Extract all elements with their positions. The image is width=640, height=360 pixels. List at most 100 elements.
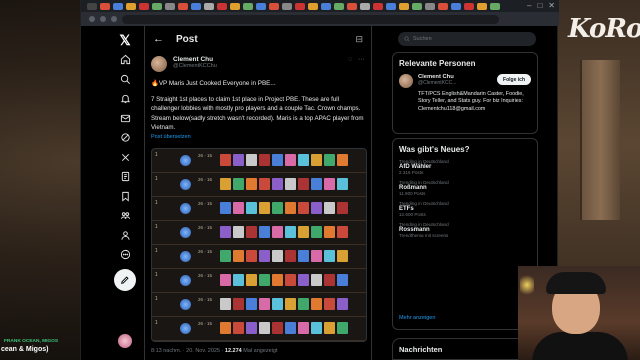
tab-favicon[interactable] <box>269 2 279 10</box>
tab-favicon[interactable] <box>230 2 240 10</box>
tab-favicon[interactable] <box>477 2 487 10</box>
translate-post-link[interactable]: Post übersetzen <box>145 133 371 140</box>
champion-list <box>220 322 348 334</box>
follow-button[interactable]: Folge ich <box>497 74 531 85</box>
tab-favicon[interactable] <box>282 2 292 10</box>
tab-favicon[interactable] <box>217 2 227 10</box>
person-avatar[interactable] <box>399 74 413 88</box>
tab-favicon[interactable] <box>178 2 188 10</box>
champion-portrait <box>233 154 244 166</box>
more-icon[interactable] <box>115 245 135 265</box>
tab-favicon[interactable] <box>412 2 422 10</box>
lobby-stats: 26 · 15 <box>198 297 213 302</box>
tab-favicon[interactable] <box>386 2 396 10</box>
bookmarks-icon[interactable] <box>115 187 135 207</box>
tab-favicon[interactable] <box>451 2 461 10</box>
tab-strip[interactable]: – □ ✕ <box>81 0 559 12</box>
lists-icon[interactable] <box>115 167 135 187</box>
champion-portrait <box>272 274 283 286</box>
tab-favicon[interactable] <box>113 2 123 10</box>
champion-portrait <box>272 226 283 238</box>
back-arrow-icon[interactable]: ← <box>153 33 164 45</box>
forward-nav-icon[interactable] <box>100 16 106 22</box>
tab-favicon[interactable] <box>139 2 149 10</box>
compose-post-button[interactable] <box>114 268 136 291</box>
trend-item[interactable]: Trending in Deutschland Roßmann 11.900 Pos… <box>399 180 531 196</box>
tab-favicon[interactable] <box>308 2 318 10</box>
notifications-icon[interactable] <box>115 89 135 109</box>
tab-favicon[interactable] <box>438 2 448 10</box>
champion-portrait <box>246 178 257 190</box>
tab-favicon[interactable] <box>425 2 435 10</box>
lobby-stats: 26 · 15 <box>198 201 213 206</box>
tab-favicon[interactable] <box>256 2 266 10</box>
chat-username: FRANK OCEAN, MIGOS <box>4 339 59 344</box>
reload-icon[interactable] <box>111 16 117 22</box>
tab-favicon[interactable] <box>204 2 214 10</box>
close-icon[interactable]: ✕ <box>548 1 555 10</box>
tab-favicon[interactable] <box>87 2 97 10</box>
trend-count: 12.600 Posts <box>399 212 426 217</box>
tab-favicon[interactable] <box>152 2 162 10</box>
champion-portrait <box>311 298 322 310</box>
tab-favicon[interactable] <box>100 2 110 10</box>
whats-new-title: Was gibt's Neues? <box>399 145 470 154</box>
champion-portrait <box>246 226 257 238</box>
placement: 1 <box>155 296 158 302</box>
tab-favicon[interactable] <box>165 2 175 10</box>
champion-portrait <box>337 250 348 262</box>
tab-favicon[interactable] <box>360 2 370 10</box>
tab-favicon[interactable] <box>334 2 344 10</box>
tab-favicon[interactable] <box>295 2 305 10</box>
tab-favicon[interactable] <box>490 2 500 10</box>
author-handle[interactable]: @ClementKCChu <box>173 63 217 69</box>
tab-favicon[interactable] <box>191 2 201 10</box>
reader-view-icon[interactable]: ⊟ <box>355 34 363 45</box>
champion-portrait <box>272 154 283 166</box>
messages-title: Nachrichten <box>399 345 443 354</box>
tab-favicon[interactable] <box>126 2 136 10</box>
home-icon[interactable] <box>115 50 135 70</box>
search-icon[interactable] <box>115 70 135 90</box>
champion-portrait <box>233 298 244 310</box>
champion-portrait <box>311 250 322 262</box>
account-avatar[interactable] <box>118 334 132 348</box>
x-premium-icon[interactable] <box>115 148 135 168</box>
person-handle[interactable]: @ClementKCC... <box>418 80 456 86</box>
tab-favicon[interactable] <box>464 2 474 10</box>
champion-portrait <box>259 322 270 334</box>
tweet-image[interactable]: 1 26 · 15 1 26 · 16 1 26 · 15 1 26 · 15 1 26 · 15… <box>151 148 367 342</box>
champion-portrait <box>337 298 348 310</box>
maximize-icon[interactable]: □ <box>537 1 542 10</box>
communities-icon[interactable] <box>115 206 135 226</box>
champion-list <box>220 154 348 166</box>
more-options-icon[interactable]: ··· <box>358 56 365 72</box>
tab-favicon[interactable] <box>321 2 331 10</box>
author-avatar[interactable] <box>151 56 167 72</box>
search-placeholder: Suchen <box>413 36 432 42</box>
tweet-timestamp[interactable]: 8:13 nachm. · 20. Nov. 2025 · <box>151 348 223 354</box>
messages-icon[interactable] <box>115 109 135 129</box>
show-more-link[interactable]: Mehr anzeigen <box>399 315 435 321</box>
back-nav-icon[interactable] <box>89 16 95 22</box>
trend-count: 2.316 Posts <box>399 170 424 175</box>
tab-favicon[interactable] <box>347 2 357 10</box>
profile-icon[interactable] <box>115 226 135 246</box>
window-controls: – □ ✕ <box>527 1 555 10</box>
champion-portrait <box>324 322 335 334</box>
grok-explain-icon[interactable]: ◌ <box>348 56 352 72</box>
grok-icon[interactable] <box>115 128 135 148</box>
minimize-icon[interactable]: – <box>527 1 531 10</box>
champion-portrait <box>233 226 244 238</box>
tab-favicon[interactable] <box>399 2 409 10</box>
author-name[interactable]: Clement Chu <box>173 56 217 63</box>
url-field[interactable] <box>122 14 499 24</box>
messages-drawer[interactable]: Nachrichten <box>392 338 538 360</box>
trend-item[interactable]: Trending in Deutschland ETFs 12.600 Posts <box>399 201 531 217</box>
tab-favicon[interactable] <box>373 2 383 10</box>
tab-favicon[interactable] <box>243 2 253 10</box>
trend-item[interactable]: Trending in Deutschland AfD Wähler 2.316 P… <box>399 159 531 175</box>
trend-item[interactable]: Trending in Deutschland Rossmann Trendthem… <box>399 222 531 238</box>
search-input[interactable]: Suchen <box>398 32 536 46</box>
x-logo-icon[interactable]: 𝕏 <box>119 30 130 50</box>
